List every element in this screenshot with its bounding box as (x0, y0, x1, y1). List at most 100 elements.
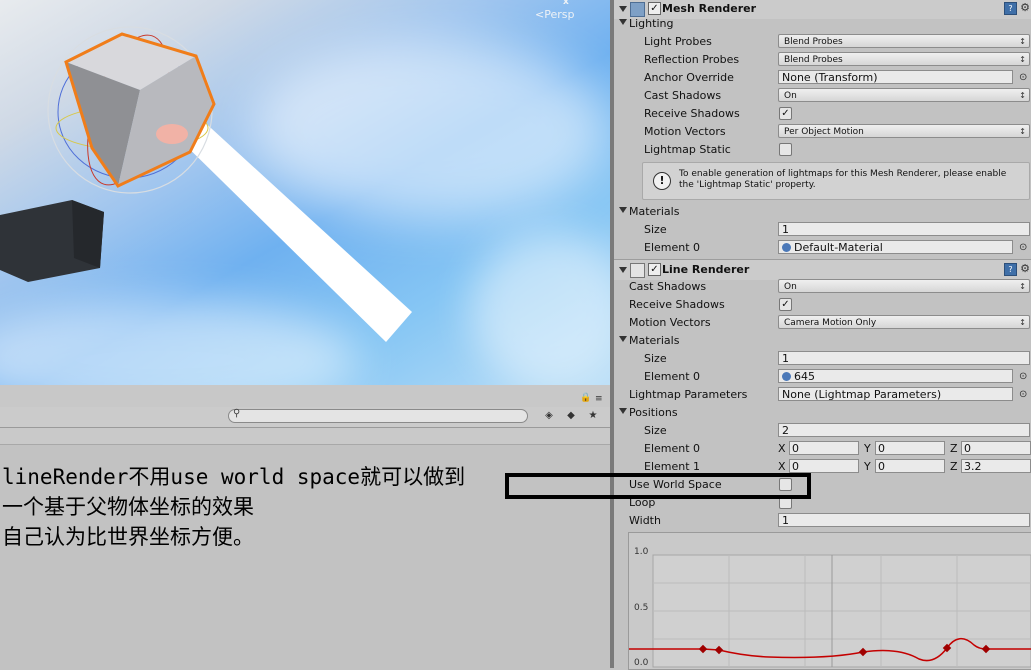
materials-size-row: Size 1 (614, 221, 1031, 239)
field-label: Size (644, 352, 667, 365)
hierarchy-toolbar (0, 385, 610, 408)
positions-size-row: Size 2 (614, 422, 1031, 440)
field-label: Width (629, 514, 661, 527)
reflection-probes-dropdown[interactable]: Blend Probes ↕ (778, 52, 1030, 66)
lr-receive-shadows-checkbox[interactable]: ✓ (779, 298, 792, 311)
z-input[interactable]: 3.2 (961, 459, 1031, 473)
help-book-icon[interactable]: ? (1004, 2, 1017, 15)
help-text: To enable generation of lightmaps for th… (679, 169, 1007, 190)
panel-menu-icon[interactable]: ≡ (595, 394, 603, 404)
lr-material-element-field[interactable]: 645 (778, 369, 1013, 383)
line-renderer-beam (168, 118, 412, 342)
anchor-override-row: Anchor Override None (Transform) ⊙ (614, 69, 1031, 87)
receive-shadows-checkbox[interactable]: ✓ (779, 107, 792, 120)
object-picker-icon[interactable]: ⊙ (1019, 242, 1027, 253)
dropdown-arrows-icon: ↕ (1019, 282, 1026, 291)
field-label: Receive Shadows (644, 107, 740, 120)
material-name: 645 (794, 370, 815, 383)
line-renderer-header[interactable]: ✓ Line Renderer ? ⚙ (614, 259, 1031, 280)
foldout-icon[interactable] (619, 336, 627, 342)
field-label: Anchor Override (644, 71, 734, 84)
section-label: Lighting (629, 17, 674, 30)
persp-arrow-icon: < (535, 8, 545, 21)
field-label: Motion Vectors (629, 316, 711, 329)
field-label: Light Probes (644, 35, 712, 48)
field-label: Element 0 (644, 241, 701, 254)
x-input[interactable]: 0 (789, 459, 859, 473)
object-picker-icon[interactable]: ⊙ (1019, 371, 1027, 382)
object-picker-icon[interactable]: ⊙ (1019, 389, 1027, 400)
help-book-icon[interactable]: ? (1004, 263, 1017, 276)
axis-label: Y (864, 460, 871, 473)
favorites-star-icon[interactable]: ★ (584, 408, 602, 423)
lighting-foldout[interactable]: Lighting (614, 15, 1031, 33)
filter-by-label-icon[interactable]: ◆ (562, 408, 580, 423)
lr-cast-shadows-dropdown[interactable]: On ↕ (778, 279, 1030, 293)
material-element-field[interactable]: Default-Material (778, 240, 1013, 254)
lightmap-static-checkbox[interactable] (779, 143, 792, 156)
material-sphere-icon (782, 372, 791, 381)
lr-materials-size-field[interactable]: 1 (778, 351, 1030, 365)
axis-label: X (778, 442, 786, 455)
search-input[interactable] (228, 409, 528, 423)
axis-label: Y (864, 442, 871, 455)
lightmap-parameters-row: Lightmap Parameters None (Lightmap Param… (614, 386, 1031, 404)
filter-by-type-icon[interactable]: ◈ (540, 408, 558, 423)
line-renderer-enabled-checkbox[interactable]: ✓ (648, 263, 661, 276)
section-label: Positions (629, 406, 678, 419)
lr-motion-vectors-dropdown[interactable]: Camera Motion Only ↕ (778, 315, 1030, 329)
dropdown-value: Blend Probes (784, 55, 843, 65)
axis-x-label: x (563, 0, 569, 7)
foldout-icon[interactable] (619, 408, 627, 414)
materials-size-field[interactable]: 1 (778, 222, 1030, 236)
field-label: Size (644, 424, 667, 437)
dropdown-arrows-icon: ↕ (1019, 318, 1026, 327)
cast-shadows-dropdown[interactable]: On ↕ (778, 88, 1030, 102)
mesh-renderer-enabled-checkbox[interactable]: ✓ (648, 2, 661, 15)
gear-icon[interactable]: ⚙ (1020, 262, 1030, 275)
field-label: Motion Vectors (644, 125, 726, 138)
positions-foldout[interactable]: Positions (614, 404, 1031, 422)
field-label: Cast Shadows (644, 89, 722, 102)
positions-size-field[interactable]: 2 (778, 423, 1030, 437)
light-probes-dropdown[interactable]: Blend Probes ↕ (778, 34, 1030, 48)
dropdown-value: On (784, 282, 797, 292)
width-field[interactable]: 1 (778, 513, 1030, 527)
field-label: Element 0 (644, 370, 701, 383)
object-picker-icon[interactable]: ⊙ (1019, 72, 1027, 83)
curve-canvas[interactable] (629, 533, 1031, 669)
section-label: Materials (629, 205, 680, 218)
field-label: Element 1 (644, 460, 701, 473)
lr-materials-size-row: Size 1 (614, 350, 1031, 368)
foldout-icon[interactable] (619, 207, 627, 213)
motion-vectors-dropdown[interactable]: Per Object Motion ↕ (778, 124, 1030, 138)
gear-icon[interactable]: ⚙ (1020, 1, 1030, 14)
field-label: Reflection Probes (644, 53, 740, 66)
x-input[interactable]: 0 (789, 441, 859, 455)
field-label: Element 0 (644, 442, 701, 455)
field-label: Lightmap Static (644, 143, 731, 156)
z-input[interactable]: 0 (961, 441, 1031, 455)
lightmap-static-row: Lightmap Static (614, 141, 1031, 159)
foldout-icon[interactable] (619, 6, 627, 12)
scene-view[interactable]: x <Persp (0, 0, 610, 385)
lock-icon[interactable]: 🔒 (580, 393, 591, 403)
width-curve-editor[interactable]: 1.0 0.5 0.0 (628, 532, 1031, 670)
lr-cast-shadows-row: Cast Shadows On ↕ (614, 278, 1031, 296)
materials-foldout[interactable]: Materials (614, 203, 1031, 221)
y-input[interactable]: 0 (875, 441, 945, 455)
lr-materials-foldout[interactable]: Materials (614, 332, 1031, 350)
dropdown-value: Camera Motion Only (784, 318, 877, 328)
axis-label: Z (950, 460, 958, 473)
lightmap-parameters-field[interactable]: None (Lightmap Parameters) (778, 387, 1013, 401)
line-renderer-icon (630, 263, 645, 278)
width-row: Width 1 (614, 512, 1031, 530)
persp-label[interactable]: x <Persp (535, 0, 574, 21)
foldout-icon[interactable] (619, 267, 627, 273)
foldout-icon[interactable] (619, 19, 627, 25)
search-icon: ⚲ (233, 408, 241, 419)
anchor-override-field[interactable]: None (Transform) (778, 70, 1013, 84)
dropdown-value: Per Object Motion (784, 127, 864, 137)
y-input[interactable]: 0 (875, 459, 945, 473)
dropdown-arrows-icon: ↕ (1019, 127, 1026, 136)
